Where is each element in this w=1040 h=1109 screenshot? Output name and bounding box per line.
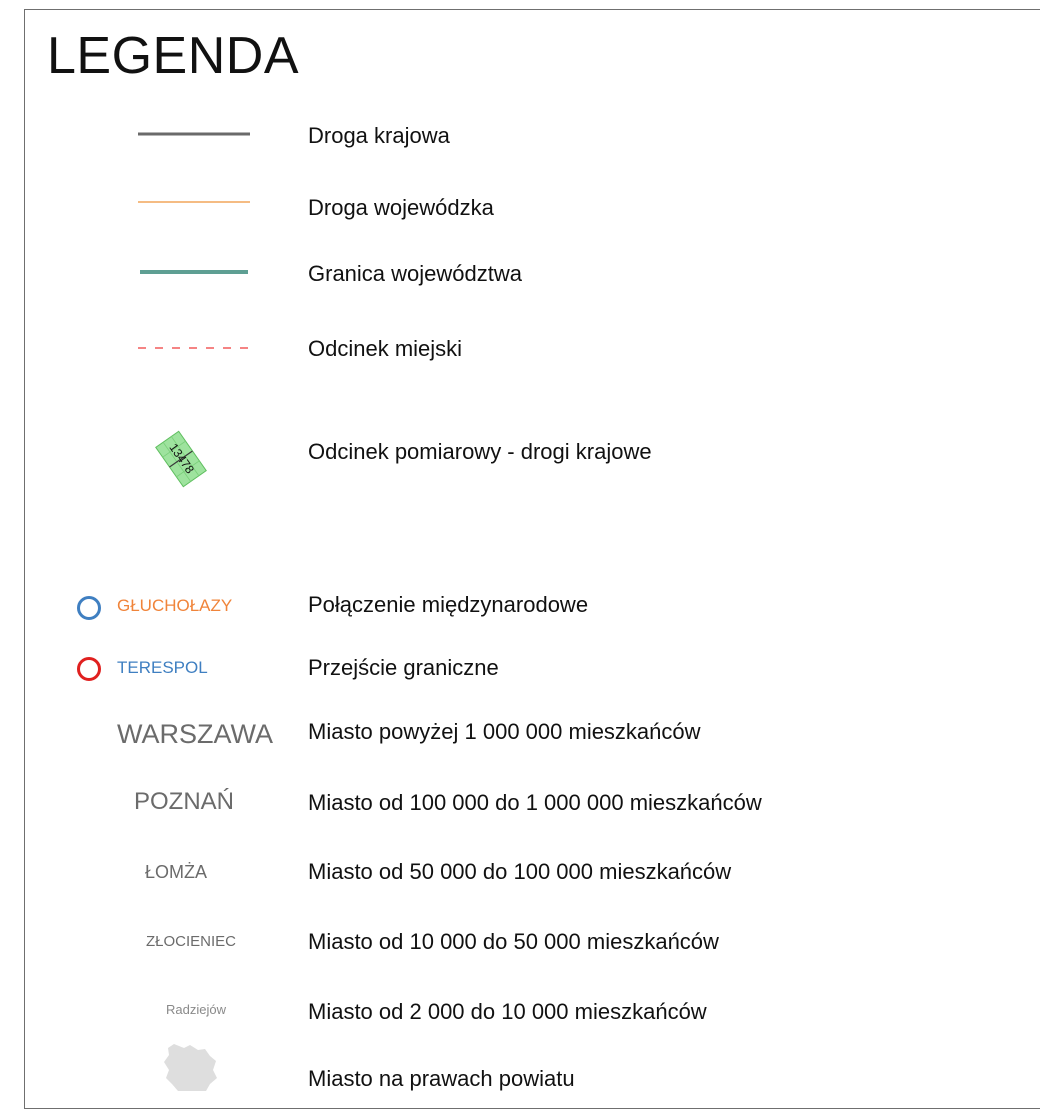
legend-title: LEGENDA (47, 27, 300, 85)
border-crossing-ring-icon (77, 657, 101, 681)
city-1m-example: WARSZAWA (117, 719, 273, 749)
city-10k-example: ZŁOCIENIEC (145, 933, 236, 950)
border-crossing-label: Przejście graniczne (308, 655, 499, 680)
city-2k-example: Radziejów (166, 1002, 226, 1017)
measurement-segment-icon: 13478 (155, 430, 207, 488)
voivodeship-border-label: Granica województwa (308, 261, 522, 286)
voivodeship-road-label: Droga wojewódzka (308, 195, 494, 220)
city-10k-label: Miasto od 10 000 do 50 000 mieszkańców (308, 929, 719, 954)
international-connection-label: Połączenie międzynarodowe (308, 592, 589, 617)
city-segment-symbol (138, 347, 250, 349)
city-1m-label: Miasto powyżej 1 000 000 mieszkańców (308, 719, 701, 744)
city-100k-example: POZNAŃ (133, 788, 234, 815)
international-example-city: GŁUCHOŁAZY (117, 596, 233, 615)
city-segment-label: Odcinek miejski (308, 336, 463, 361)
city-50k-label: Miasto od 50 000 do 100 000 mieszkańców (308, 859, 732, 884)
city-100k-label: Miasto od 100 000 do 1 000 000 mieszkańc… (308, 790, 762, 815)
county-city-label: Miasto na prawach powiatu (308, 1066, 575, 1091)
voivodeship-road-symbol (138, 201, 250, 203)
city-2k-label: Miasto od 2 000 do 10 000 mieszkańców (308, 999, 707, 1024)
national-road-symbol (138, 132, 250, 136)
international-ring-icon (77, 596, 101, 620)
measurement-segment-label: Odcinek pomiarowy - drogi krajowe (308, 439, 652, 464)
city-50k-example: ŁOMŻA (144, 862, 207, 882)
voivodeship-border-symbol (140, 270, 248, 274)
border-example-city: TERESPOL (117, 658, 208, 677)
national-road-label: Droga krajowa (308, 123, 450, 148)
county-city-area-icon (164, 1044, 217, 1091)
